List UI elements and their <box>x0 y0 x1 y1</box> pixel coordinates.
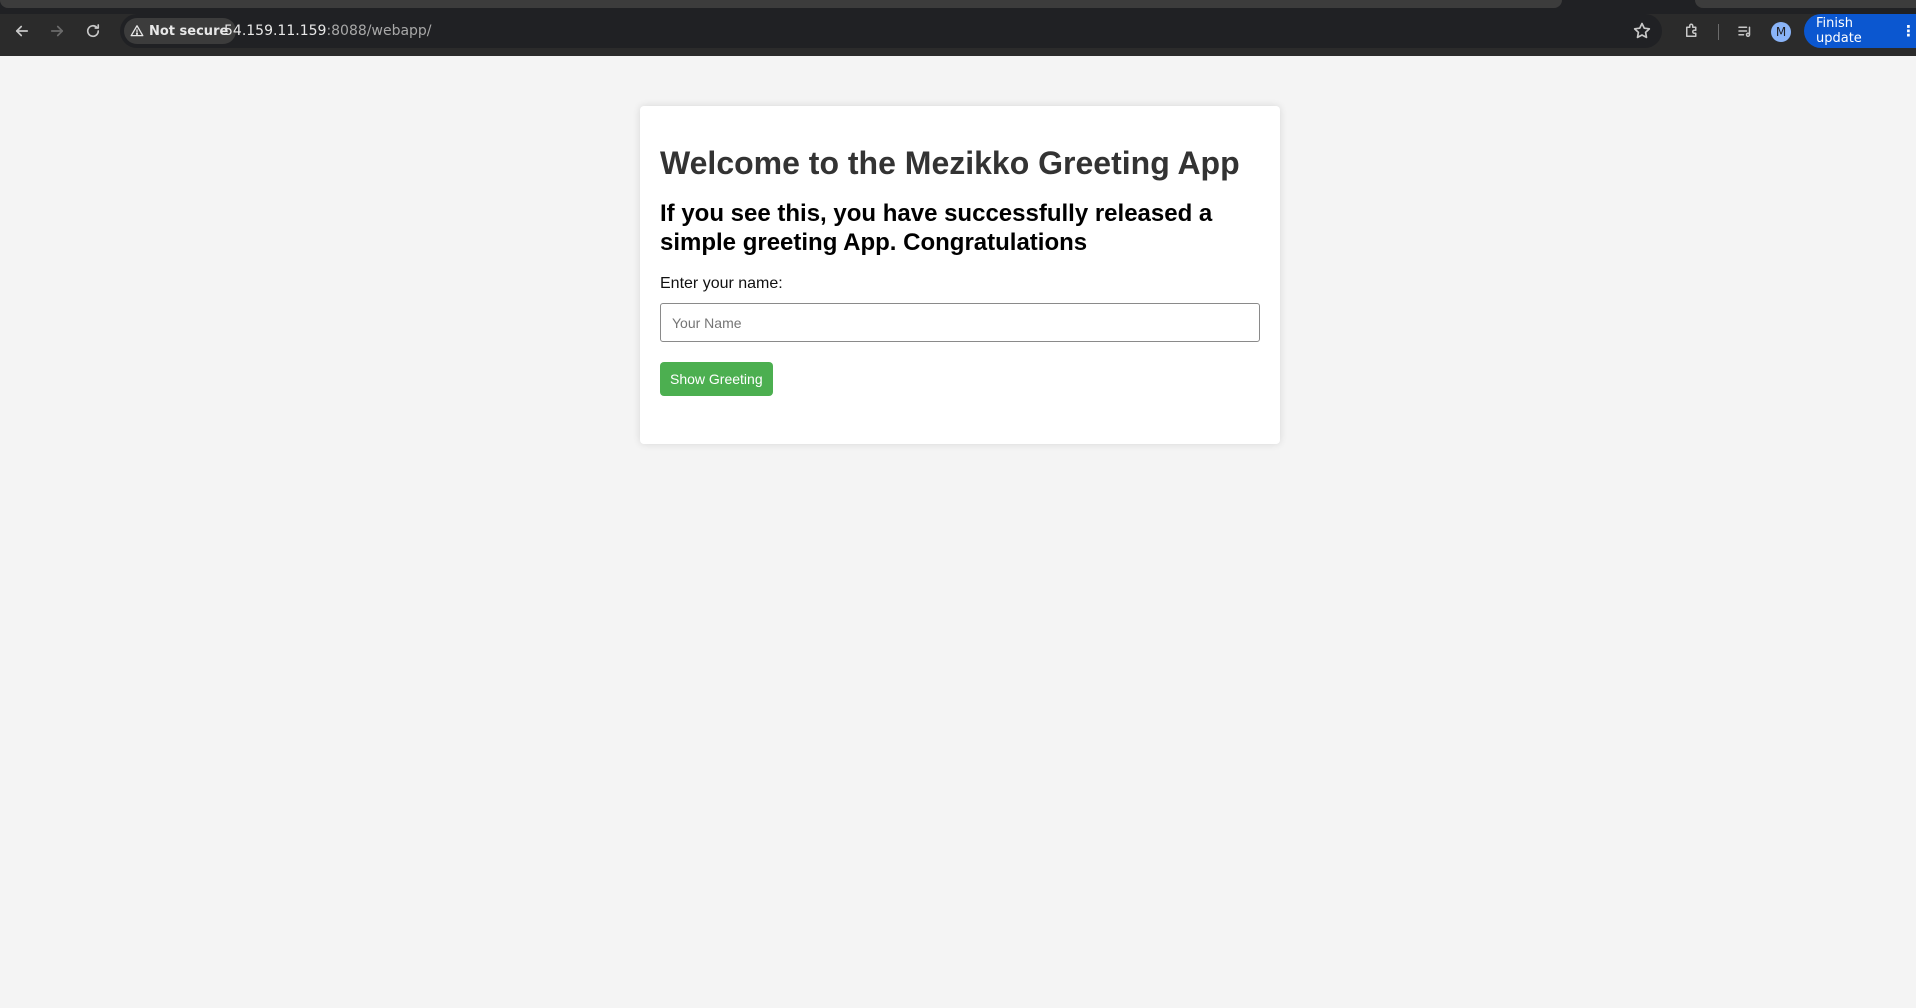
warning-triangle-icon <box>130 25 144 37</box>
media-control-icon <box>1738 26 1751 37</box>
forward-button[interactable] <box>40 14 74 48</box>
url-host: 54.159.11.159 <box>224 23 327 39</box>
finish-update-label: Finish update <box>1816 16 1862 46</box>
url-text[interactable]: 54.159.11.159:8088/webapp/ <box>224 14 432 48</box>
extensions-button[interactable] <box>1675 14 1709 48</box>
security-chip[interactable]: Not secure <box>124 18 237 44</box>
page-title: Welcome to the Mezikko Greeting App <box>660 145 1240 181</box>
arrow-left-icon <box>15 25 29 37</box>
profile-avatar[interactable]: M <box>1771 22 1791 42</box>
arrow-right-icon <box>50 25 64 37</box>
tab-strip <box>0 0 1916 14</box>
greeting-card: Welcome to the Mezikko Greeting App If y… <box>640 106 1280 444</box>
browser-tab-secondary[interactable] <box>1695 0 1916 8</box>
show-greeting-button[interactable]: Show Greeting <box>660 362 773 397</box>
reload-icon <box>86 24 100 38</box>
name-label: Enter your name: <box>660 275 783 293</box>
browser-tab[interactable] <box>0 0 1562 8</box>
browser-chrome: Not secure 54.159.11.159:8088/webapp/ M … <box>0 0 1916 56</box>
security-label: Not secure <box>149 23 229 39</box>
name-input[interactable] <box>660 303 1260 343</box>
address-bar[interactable]: Not secure 54.159.11.159:8088/webapp/ <box>120 14 1662 48</box>
finish-update-button[interactable]: Finish update ⋮ <box>1804 14 1916 48</box>
toolbar-divider <box>1718 24 1719 40</box>
page-viewport: Welcome to the Mezikko Greeting App If y… <box>0 56 1916 1008</box>
reload-button[interactable] <box>76 14 110 48</box>
page-subtitle: If you see this, you have successfully r… <box>660 200 1213 256</box>
star-icon[interactable] <box>1632 21 1652 41</box>
puzzle-icon <box>1686 23 1697 37</box>
kebab-icon: ⋮ <box>1901 22 1916 40</box>
browser-toolbar: Not secure 54.159.11.159:8088/webapp/ M … <box>0 14 1916 56</box>
back-button[interactable] <box>5 14 39 48</box>
url-path: :8088/webapp/ <box>326 23 432 39</box>
media-control-button[interactable] <box>1728 14 1762 48</box>
